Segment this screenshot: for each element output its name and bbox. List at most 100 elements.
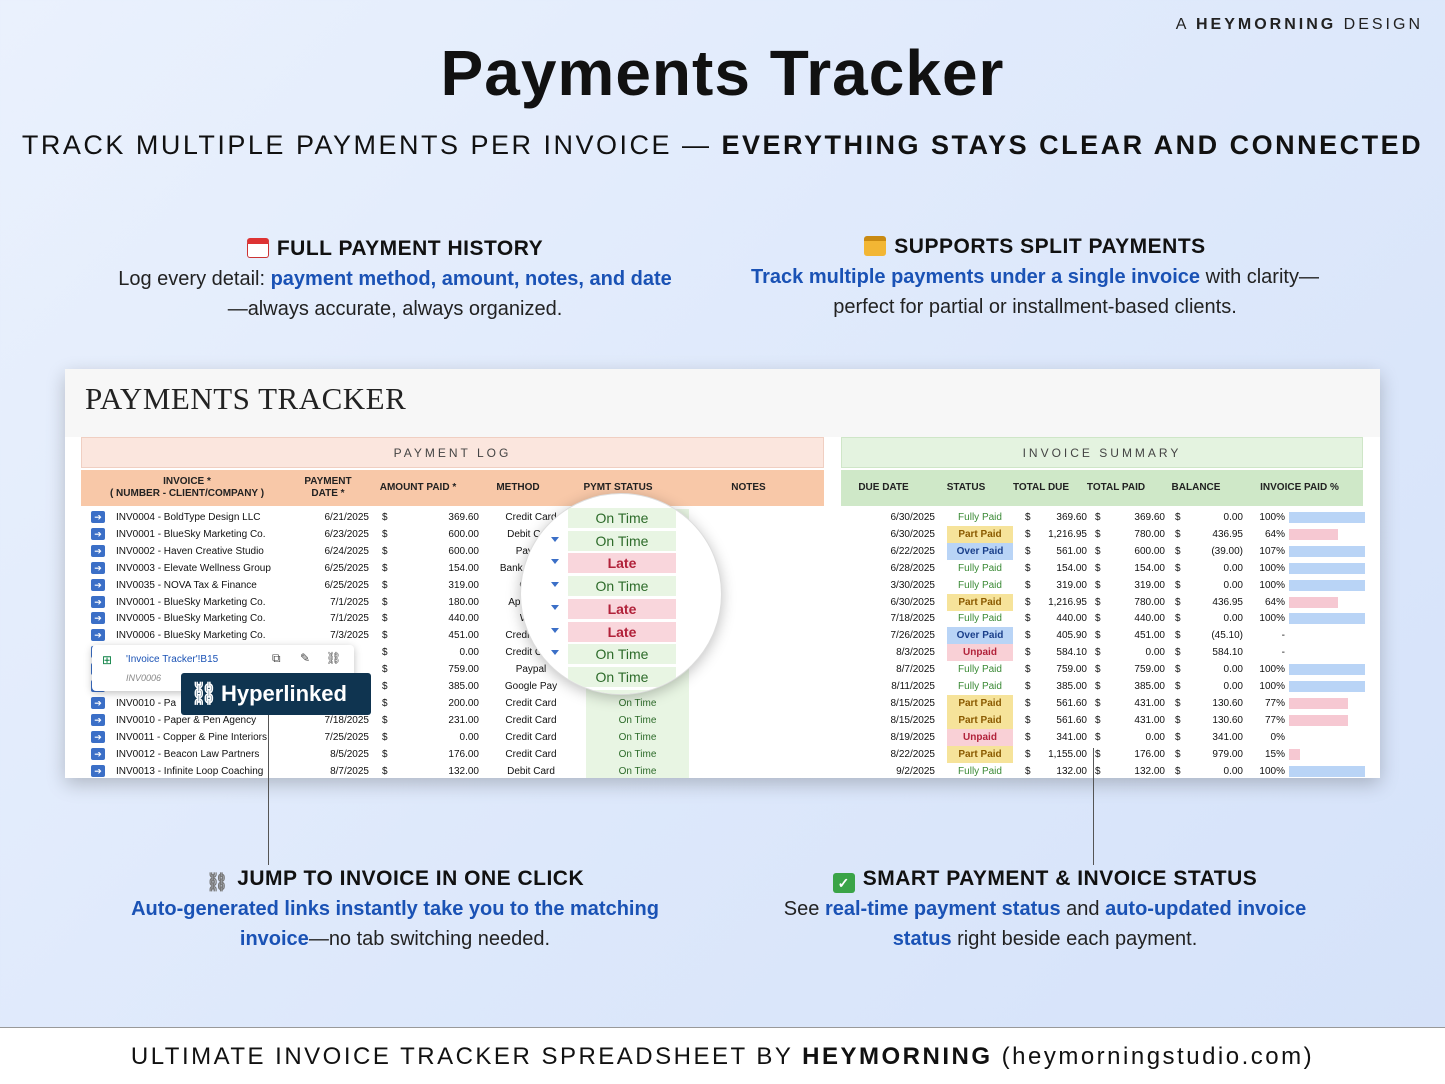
- go-to-invoice-icon[interactable]: ➔: [91, 764, 105, 777]
- cell-status: Part Paid: [947, 593, 1013, 611]
- cell-tdue: 341.00: [1056, 731, 1087, 743]
- cell-ps[interactable]: On Time: [586, 762, 689, 778]
- dropdown-arrow-icon[interactable]: [551, 627, 559, 633]
- go-to-invoice-icon[interactable]: ➔: [91, 595, 105, 608]
- go-to-invoice-icon[interactable]: ➔: [91, 696, 105, 709]
- cell-inv[interactable]: INV0005 - BlueSky Marketing Co.: [116, 610, 292, 627]
- cell-amt: 759.00: [448, 664, 479, 676]
- col-header-amount[interactable]: AMOUNT PAID *: [363, 470, 473, 506]
- cell-method[interactable]: Debit Card: [489, 763, 573, 779]
- currency-symbol: $: [1175, 512, 1181, 523]
- cell-bal: 341.00: [1212, 731, 1243, 743]
- brand-name: HEYMORNING: [1195, 16, 1337, 33]
- cell-inv[interactable]: INV0006 - BlueSky Marketing Co.: [116, 627, 292, 644]
- sheet-title: PAYMENTS TRACKER: [85, 381, 407, 416]
- go-to-invoice-icon[interactable]: ➔: [91, 511, 105, 523]
- paid-percent-bar: [1289, 765, 1365, 777]
- col-header-method[interactable]: METHOD: [473, 470, 563, 506]
- go-to-invoice-icon[interactable]: ➔: [91, 629, 105, 642]
- go-to-invoice-icon[interactable]: ➔: [91, 612, 105, 625]
- cell-method[interactable]: Google Pay: [489, 678, 573, 695]
- cell-amt: 132.00: [448, 765, 479, 777]
- cell-inv[interactable]: INV0012 - Beacon Law Partners: [116, 746, 292, 763]
- col-header-tpaid[interactable]: TOTAL PAID: [1076, 470, 1156, 506]
- cell-due: 7/26/2025: [890, 630, 936, 642]
- dropdown-arrow-icon[interactable]: [551, 559, 559, 565]
- dropdown-arrow-icon[interactable]: [551, 582, 559, 588]
- cell-inv[interactable]: INV0004 - BoldType Design LLC: [116, 509, 292, 526]
- col-header-notes[interactable]: NOTES: [673, 470, 824, 506]
- currency-symbol: $: [1025, 731, 1031, 743]
- cell-date: 6/25/2025: [324, 562, 370, 574]
- invoice-summary-header: INVOICE SUMMARY: [841, 437, 1363, 468]
- cell-ps[interactable]: On Time: [586, 694, 689, 712]
- cell-tpaid: 780.00: [1134, 596, 1165, 608]
- cell-amt: 231.00: [448, 714, 479, 726]
- currency-symbol: $: [382, 681, 388, 692]
- cell-inv[interactable]: INV0013 - Infinite Loop Coaching: [116, 763, 292, 779]
- go-to-invoice-icon[interactable]: ➔: [91, 713, 105, 726]
- col-header-balance[interactable]: BALANCE: [1156, 470, 1236, 506]
- cell-ps[interactable]: On Time: [586, 728, 689, 746]
- col-header-due[interactable]: DUE DATE: [841, 470, 926, 506]
- cell-inv[interactable]: INV0001 - BlueSky Marketing Co.: [116, 594, 292, 611]
- cell-bal: (39.00): [1211, 545, 1243, 557]
- tooltip-link[interactable]: 'Invoice Tracker'!B15: [126, 654, 218, 665]
- magnified-status: Late: [568, 621, 676, 642]
- go-to-invoice-icon[interactable]: ➔: [91, 561, 105, 574]
- go-to-invoice-icon[interactable]: ➔: [91, 578, 105, 591]
- feature-split: SUPPORTS SPLIT PAYMENTS Track multiple p…: [751, 235, 1319, 318]
- cell-inv[interactable]: INV0002 - Haven Creative Studio: [116, 543, 292, 560]
- go-to-invoice-icon[interactable]: ➔: [91, 527, 105, 540]
- cell-inv[interactable]: INV0001 - BlueSky Marketing Co.: [116, 526, 292, 543]
- currency-symbol: $: [1095, 681, 1101, 692]
- cell-bal: 0.00: [1223, 562, 1243, 574]
- currency-symbol: $: [1175, 664, 1181, 676]
- col-header-invoice[interactable]: INVOICE * ( NUMBER - CLIENT/COMPANY ): [81, 470, 293, 506]
- spreadsheet-preview: PAYMENTS TRACKER PAYMENT LOG INVOICE SUM…: [65, 369, 1380, 778]
- col-header-pct[interactable]: INVOICE PAID %: [1236, 470, 1363, 506]
- col-header-pdate[interactable]: PAYMENT DATE *: [293, 470, 363, 506]
- currency-symbol: $: [382, 528, 388, 540]
- paid-percent-bar: [1289, 528, 1338, 540]
- col-header-status[interactable]: STATUS: [926, 470, 1006, 506]
- cell-inv[interactable]: INV0003 - Elevate Wellness Group: [116, 560, 292, 577]
- copy-icon[interactable]: ⧉: [272, 651, 281, 666]
- unlink-icon[interactable]: ⛓: [326, 651, 341, 665]
- cell-pct: 77%: [1264, 714, 1285, 726]
- edit-icon[interactable]: ✎: [300, 651, 310, 665]
- go-to-invoice-icon[interactable]: ➔: [91, 747, 105, 760]
- cell-ps[interactable]: On Time: [586, 711, 689, 729]
- dropdown-arrow-icon[interactable]: [551, 514, 559, 519]
- col-header-tdue[interactable]: TOTAL DUE: [1006, 470, 1076, 506]
- magnified-status: On Time: [568, 576, 676, 597]
- dropdown-arrow-icon[interactable]: [551, 650, 559, 656]
- magnified-status: Late: [568, 598, 676, 619]
- cell-method[interactable]: Credit Card: [489, 746, 573, 763]
- currency-symbol: $: [1095, 579, 1101, 591]
- cell-method[interactable]: Credit Card: [489, 695, 573, 712]
- cell-inv[interactable]: INV0035 - NOVA Tax & Finance: [116, 577, 292, 594]
- dropdown-arrow-icon[interactable]: [551, 536, 559, 542]
- currency-symbol: $: [1025, 613, 1031, 625]
- cell-inv[interactable]: INV0011 - Copper & Pine Interiors: [116, 729, 292, 746]
- table-row: ➔ INV0011 - Copper & Pine Interiors 7/25/2…: [81, 728, 1363, 746]
- cell-date: 6/25/2025: [324, 579, 370, 591]
- go-to-invoice-icon[interactable]: ➔: [91, 544, 105, 557]
- currency-symbol: $: [382, 579, 388, 591]
- currency-symbol: $: [1025, 765, 1031, 777]
- dropdown-arrow-icon[interactable]: [551, 672, 559, 678]
- cell-tdue: 1,216.95: [1048, 596, 1087, 608]
- cell-method[interactable]: Credit Card: [489, 712, 573, 729]
- dropdown-arrow-icon[interactable]: [551, 604, 559, 610]
- callout-line-link: [268, 715, 269, 865]
- cell-ps[interactable]: On Time: [586, 745, 689, 763]
- go-to-invoice-icon[interactable]: ➔: [91, 730, 105, 743]
- currency-symbol: $: [1025, 664, 1031, 676]
- cell-amt: 385.00: [448, 681, 479, 692]
- cell-pct: 64%: [1264, 596, 1285, 608]
- cell-bal: 0.00: [1223, 613, 1243, 625]
- cell-method[interactable]: Credit Card: [489, 729, 573, 746]
- cell-tpaid: 0.00: [1145, 731, 1165, 743]
- cell-bal: 584.10: [1212, 647, 1243, 659]
